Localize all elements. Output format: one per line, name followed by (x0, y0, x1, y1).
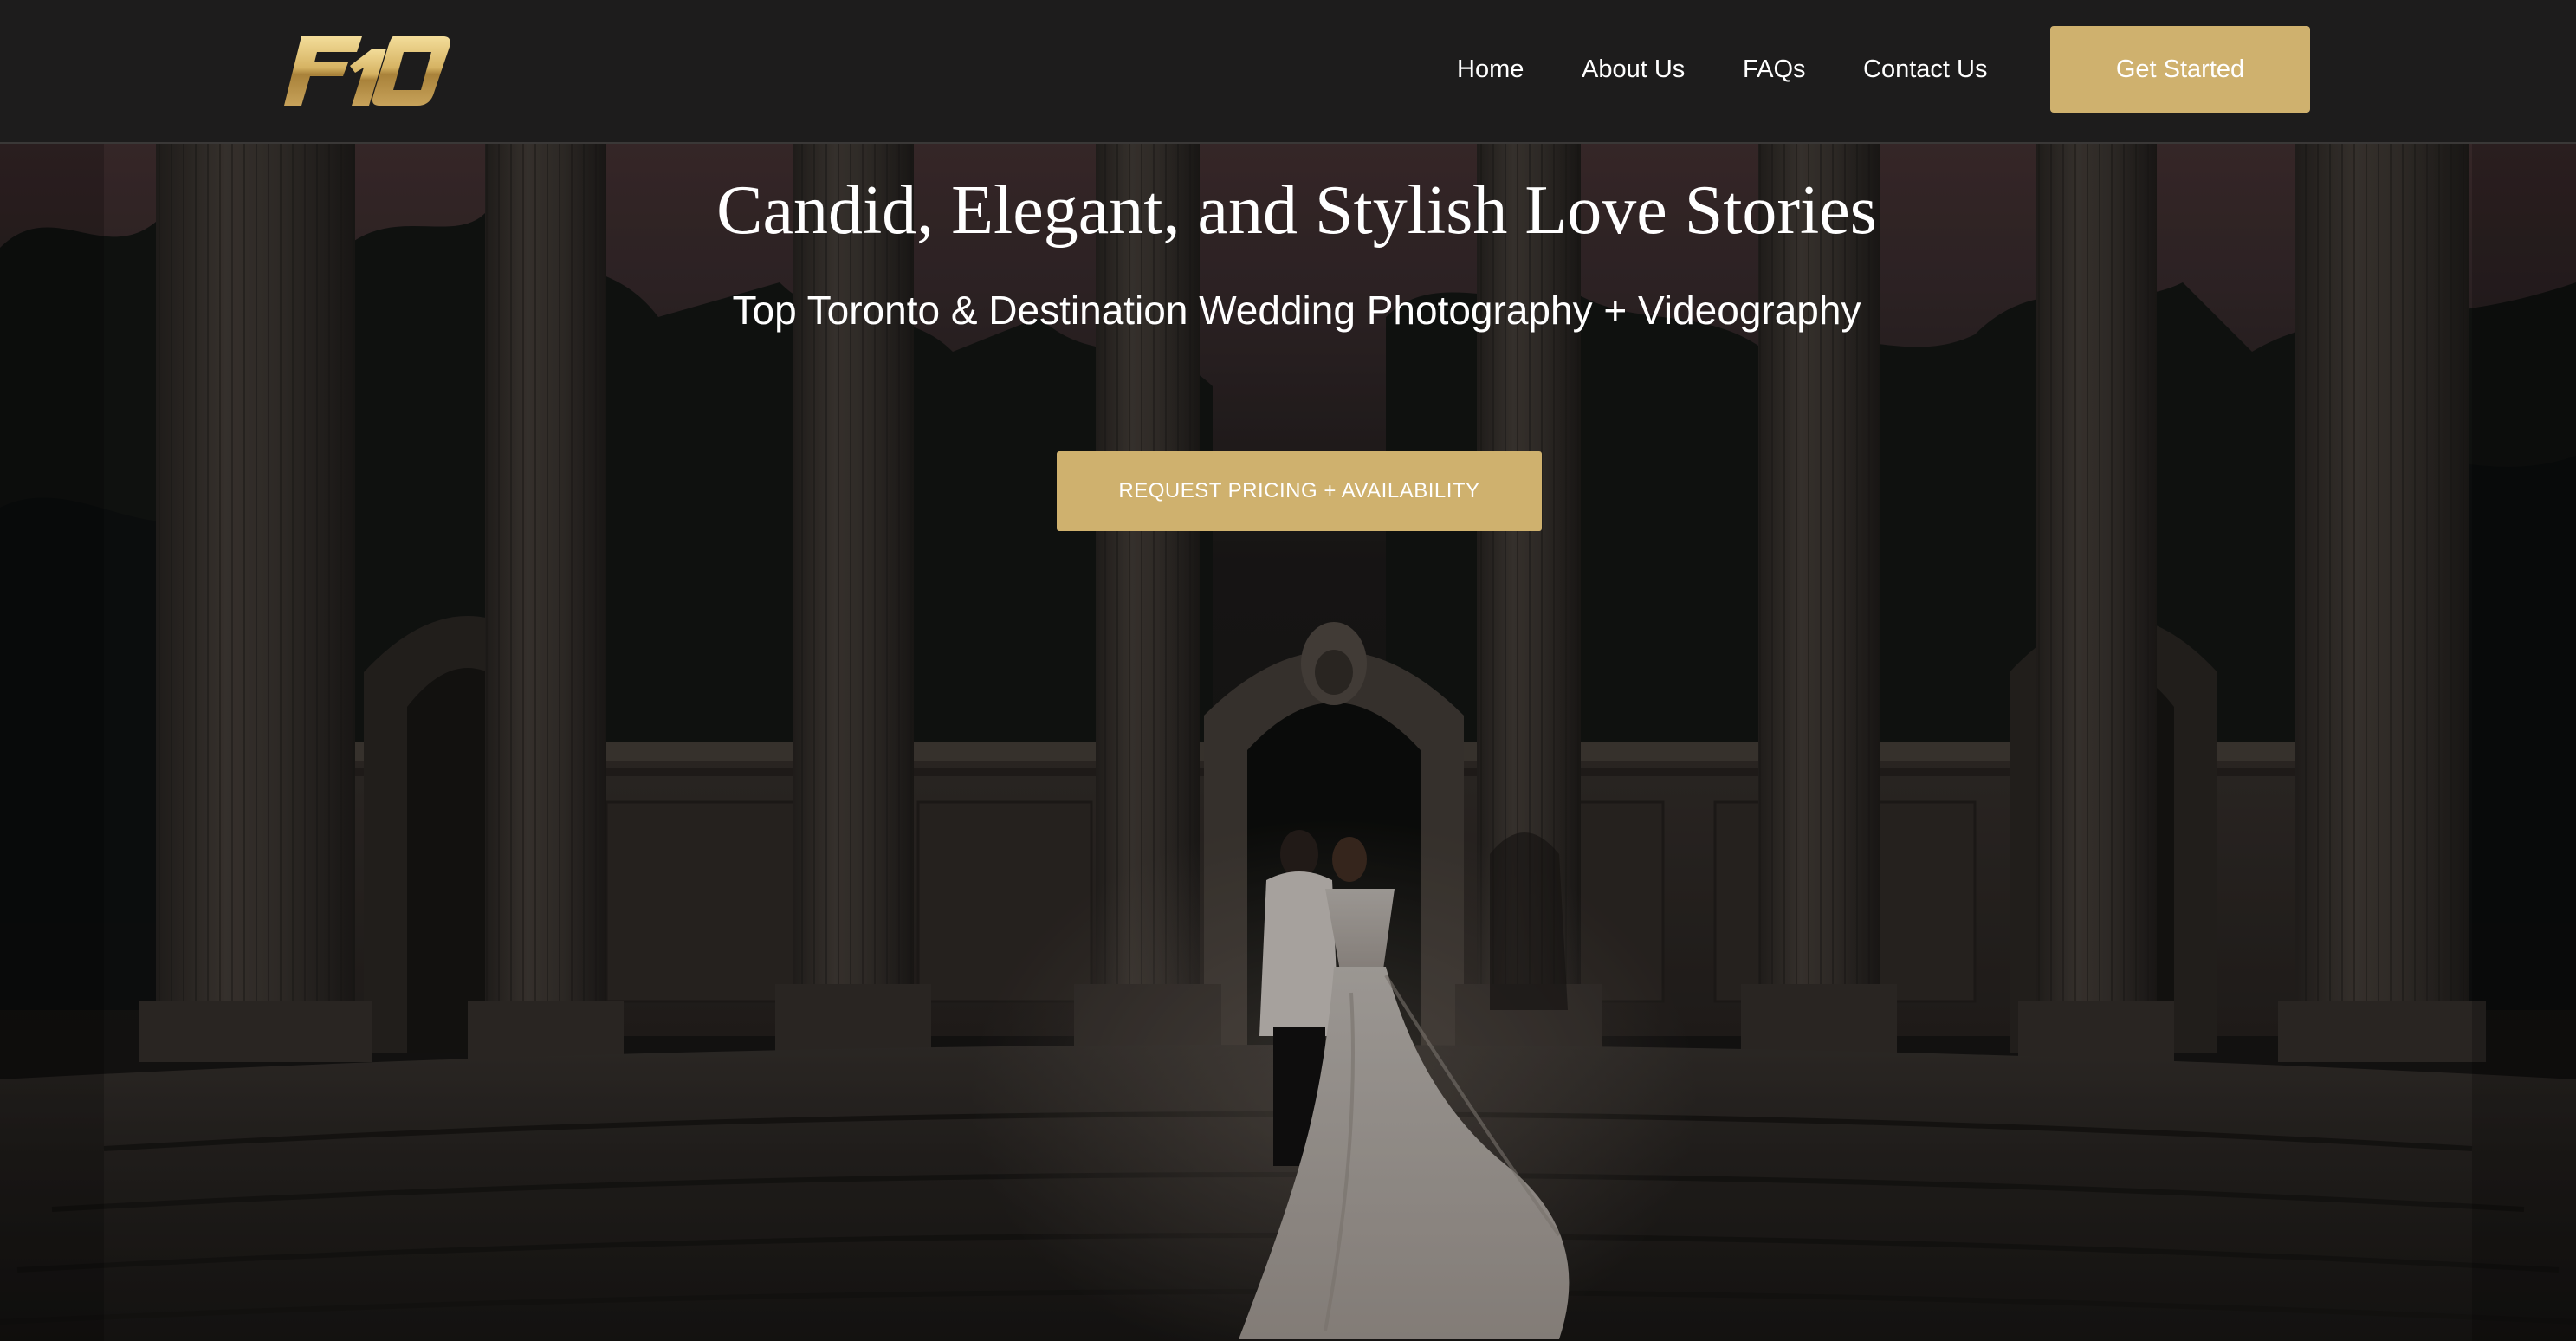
page: Home About Us FAQs Contact Us Get Starte… (0, 0, 2576, 1341)
get-started-button[interactable]: Get Started (2050, 26, 2310, 113)
hero-subtitle: Top Toronto & Destination Wedding Photog… (732, 288, 1861, 333)
hero-section: Candid, Elegant, and Stylish Love Storie… (0, 144, 2576, 1341)
request-pricing-button[interactable]: REQUEST PRICING + AVAILABILITY (1057, 451, 1542, 531)
hero-title: Candid, Elegant, and Stylish Love Storie… (716, 172, 1877, 249)
nav-link-contact-us[interactable]: Contact Us (1863, 50, 1987, 88)
site-header: Home About Us FAQs Contact Us Get Starte… (0, 0, 2576, 144)
nav-link-about-us[interactable]: About Us (1582, 50, 1685, 88)
nav-link-faqs[interactable]: FAQs (1743, 50, 1806, 88)
nav-link-home[interactable]: Home (1457, 50, 1524, 88)
